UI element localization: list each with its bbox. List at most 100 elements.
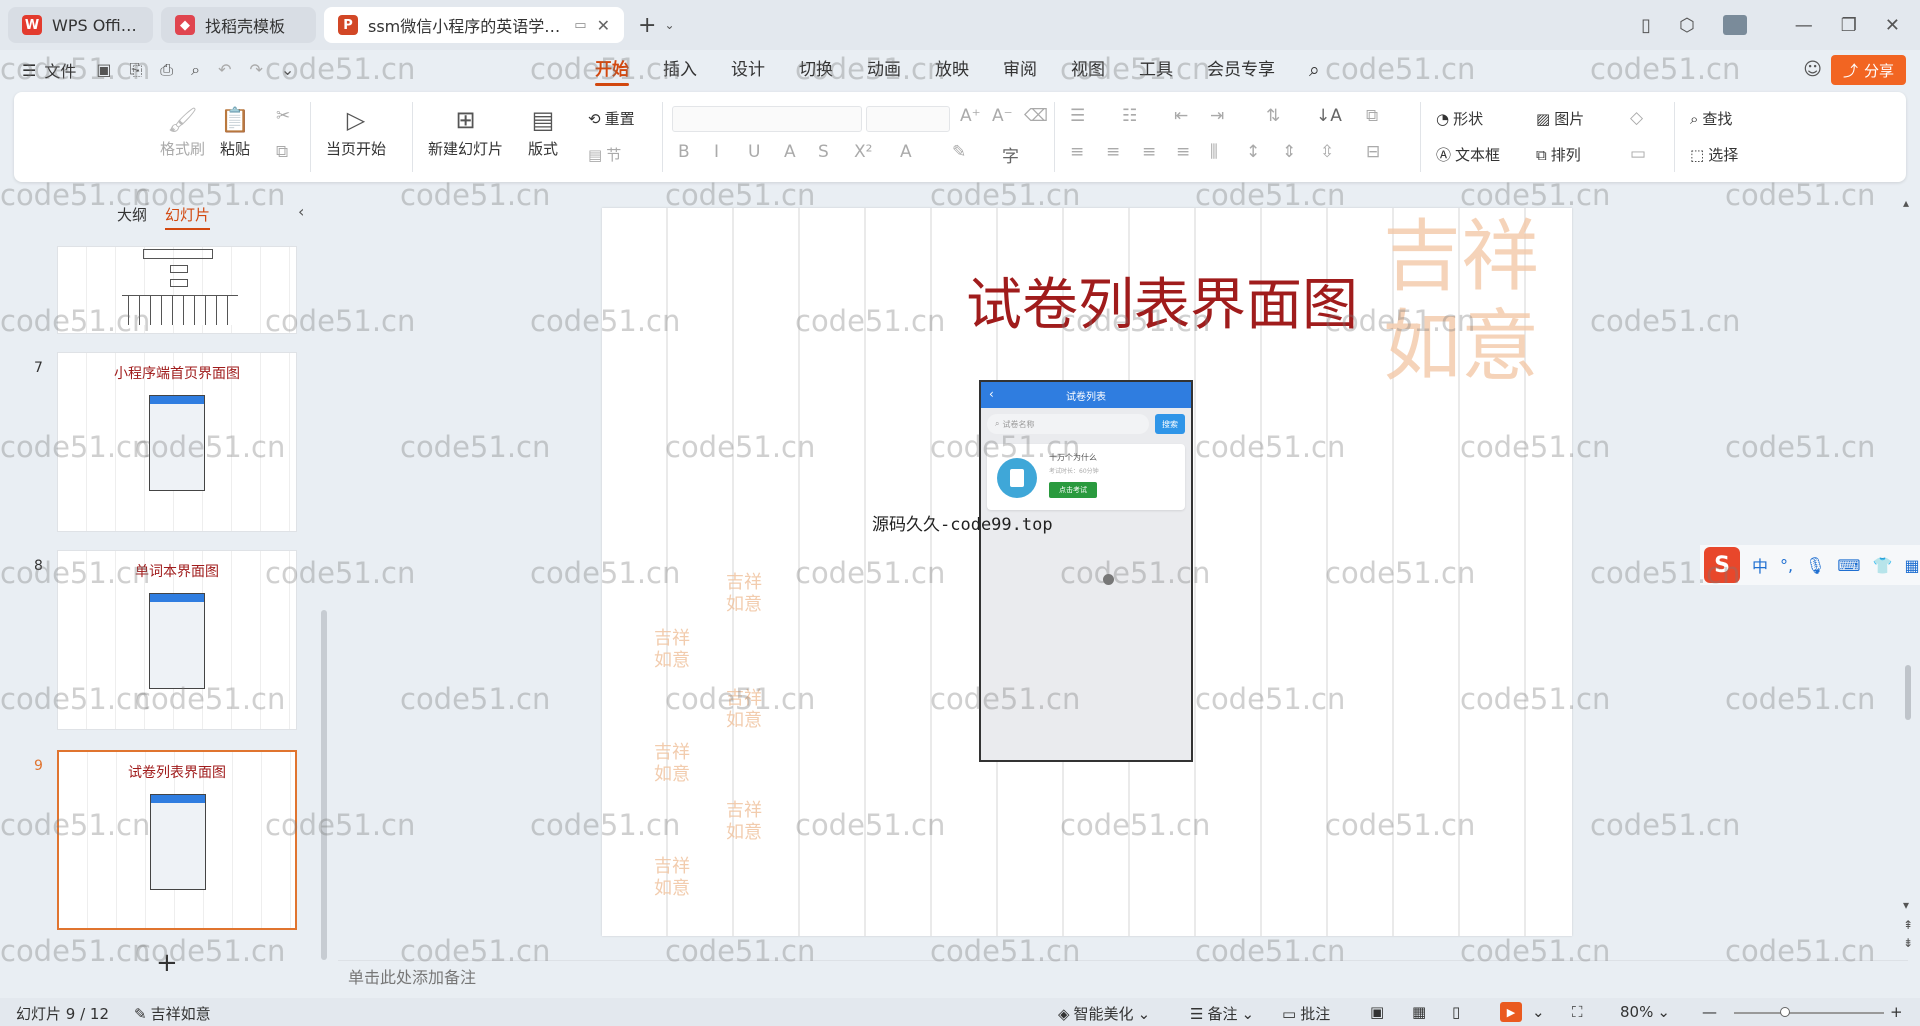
arrange-button[interactable]: ⧉ 排列 (1536, 144, 1581, 165)
bullet-list-icon[interactable]: ☰ (1070, 106, 1085, 126)
reading-view-icon[interactable]: ▯ (1452, 1003, 1460, 1021)
textbox-button[interactable]: Ⓐ 文本框 (1436, 144, 1500, 165)
tab-transition[interactable]: 切换 (782, 50, 850, 90)
restore-icon[interactable]: ❐ (1841, 15, 1857, 36)
tab-template-store[interactable]: ◆ 找稻壳模板 (161, 7, 316, 43)
canvas-scrollbar[interactable] (1905, 665, 1911, 720)
tab-home[interactable]: 开始 (578, 50, 646, 90)
chat-icon[interactable]: ☺ (1803, 59, 1822, 80)
text-align-vertical-icon[interactable]: ⊟ (1366, 142, 1380, 162)
font-family-select[interactable] (672, 106, 862, 132)
shadow-icon[interactable]: S (818, 142, 829, 162)
find-button[interactable]: ⌕ 查找 (1690, 108, 1732, 129)
layout-icon[interactable]: ▯ (1641, 15, 1651, 36)
clear-format-icon[interactable]: ⌫ (1024, 106, 1048, 126)
tab-outline[interactable]: 大纲 (117, 204, 147, 230)
chevron-down-icon[interactable]: ⌄ (281, 60, 294, 80)
text-direction-icon[interactable]: ⇅ (1266, 106, 1280, 126)
ime-toolbar[interactable]: S 中 °, 🎙 ⌨ 👕 ▦ (1700, 545, 1920, 585)
collapse-panel-icon[interactable]: ‹ (298, 202, 304, 221)
previous-slide-icon[interactable]: ⇞ (1903, 918, 1913, 932)
minimize-icon[interactable]: — (1795, 15, 1813, 36)
font-color-icon[interactable]: A (900, 142, 912, 162)
file-menu[interactable]: ☰ 文件 (22, 58, 76, 82)
notes-toggle[interactable]: ☰ 备注 ⌄ (1190, 1003, 1254, 1024)
add-slide-button[interactable]: + (156, 948, 178, 978)
slide-thumbnail-7[interactable]: 小程序端首页界面图 (57, 352, 297, 532)
section-button[interactable]: ▤ 节 (588, 144, 621, 165)
outdent-icon[interactable]: ⇤ (1174, 106, 1188, 126)
indent-icon[interactable]: ⇥ (1210, 106, 1224, 126)
next-slide-icon[interactable]: ⇟ (1903, 936, 1913, 950)
align-center-icon[interactable]: ≡ (1106, 142, 1120, 162)
decrease-font-icon[interactable]: A⁻ (992, 106, 1013, 126)
new-slide-button[interactable]: ⊞ 新建幻灯片 (428, 102, 503, 159)
tab-slideshow[interactable]: 放映 (918, 50, 986, 90)
slide-thumbnail-8[interactable]: 单词本界面图 (57, 550, 297, 730)
tab-slides[interactable]: 幻灯片 (165, 204, 211, 230)
close-tab-icon[interactable]: ✕ (597, 16, 610, 35)
keyboard-icon[interactable]: ⌨ (1837, 556, 1860, 575)
highlight-icon[interactable]: ✎ (952, 142, 966, 162)
outline-icon[interactable]: ▭ (1630, 144, 1646, 164)
align-left-icon[interactable]: ≡ (1070, 142, 1084, 162)
numbered-list-icon[interactable]: ☷ (1122, 106, 1137, 126)
print-preview-icon[interactable]: ⌕ (191, 60, 200, 80)
column-icon[interactable]: ⇳ (1320, 142, 1334, 162)
scroll-up-icon[interactable]: ▴ (1903, 196, 1909, 210)
new-tab-button[interactable]: + (638, 13, 656, 38)
format-painter-button[interactable]: 🖌 格式刷 (160, 102, 205, 159)
panel-scrollbar[interactable] (321, 610, 327, 960)
punctuation-icon[interactable]: °, (1780, 556, 1793, 575)
print-icon[interactable]: ⎙ (160, 60, 173, 80)
phonetic-icon[interactable]: 字 (1002, 142, 1019, 167)
redo-icon[interactable]: ↷ (249, 60, 262, 80)
tab-current-document[interactable]: P ssm微信小程序的英语学习激励 ▭ ✕ (324, 7, 624, 43)
cut-icon[interactable]: ✂ (276, 106, 290, 126)
chevron-down-icon[interactable]: ⌄ (664, 18, 674, 32)
superscript-icon[interactable]: X² (854, 142, 872, 162)
slide-canvas[interactable]: 吉祥 如意 吉祥 如意 吉祥 如意 吉祥 如意 吉祥 如意 吉祥 如意 吉祥 如意 试卷列表界… (602, 208, 1572, 936)
sort-icon[interactable]: ↓A (1316, 106, 1342, 126)
convert-icon[interactable]: ⧉ (1366, 106, 1378, 126)
strikethrough-icon[interactable]: A (784, 142, 796, 162)
copy-icon[interactable]: ⧉ (276, 142, 288, 162)
tab-review[interactable]: 审阅 (986, 50, 1054, 90)
increase-font-icon[interactable]: A⁺ (960, 106, 981, 126)
phone-screenshot[interactable]: ‹ 试卷列表 ⌕ 试卷名称 搜索 十万个为什么 考试时长：60分钟 点击考试 (979, 380, 1193, 762)
tab-wps-office[interactable]: W WPS Office (8, 7, 153, 43)
select-button[interactable]: ⬚ 选择 (1690, 144, 1738, 165)
comment-toggle[interactable]: ▭ 批注 (1282, 1003, 1330, 1024)
font-size-select[interactable] (866, 106, 950, 132)
tab-member[interactable]: 会员专享 (1190, 50, 1292, 90)
slide-sorter-icon[interactable]: ▦ (1412, 1003, 1426, 1021)
chevron-down-icon[interactable]: ⌄ (1532, 1003, 1545, 1021)
tab-animation[interactable]: 动画 (850, 50, 918, 90)
slide-thumbnail-9[interactable]: 试卷列表界面图 (57, 750, 297, 930)
fit-window-icon[interactable]: ⛶ (1572, 1003, 1583, 1021)
screen-icon[interactable]: ▭ (574, 18, 586, 33)
picture-button[interactable]: ▨ 图片 (1536, 108, 1584, 129)
justify-icon[interactable]: ≡ (1176, 142, 1190, 162)
normal-view-icon[interactable]: ▣ (1370, 1003, 1384, 1021)
italic-icon[interactable]: I (714, 142, 719, 162)
cube-icon[interactable]: ⬡ (1679, 15, 1695, 36)
slide-thumbnail-6[interactable] (57, 246, 297, 334)
tab-tools[interactable]: 工具 (1122, 50, 1190, 90)
zoom-slider[interactable] (1734, 1012, 1884, 1014)
shape-button[interactable]: ◔ 形状 (1436, 108, 1483, 129)
bold-icon[interactable]: B (678, 142, 690, 162)
underline-icon[interactable]: U (748, 142, 760, 162)
ime-language[interactable]: 中 (1752, 553, 1768, 577)
layout-button[interactable]: ▤ 版式 (528, 102, 558, 159)
distribute-icon[interactable]: ⫼ (1210, 142, 1218, 162)
paste-button[interactable]: 📋 粘贴 (220, 102, 250, 159)
grid-icon[interactable]: ▦ (1904, 556, 1919, 575)
tab-view[interactable]: 视图 (1054, 50, 1122, 90)
microphone-icon[interactable]: 🎙 (1805, 556, 1825, 575)
line-spacing-icon[interactable]: ↕ (1246, 142, 1260, 162)
save-icon[interactable]: ▣ (96, 60, 111, 80)
skin-icon[interactable]: 👕 (1873, 556, 1893, 575)
play-slideshow-icon[interactable]: ▶ (1500, 1002, 1522, 1022)
tab-design[interactable]: 设计 (714, 50, 782, 90)
